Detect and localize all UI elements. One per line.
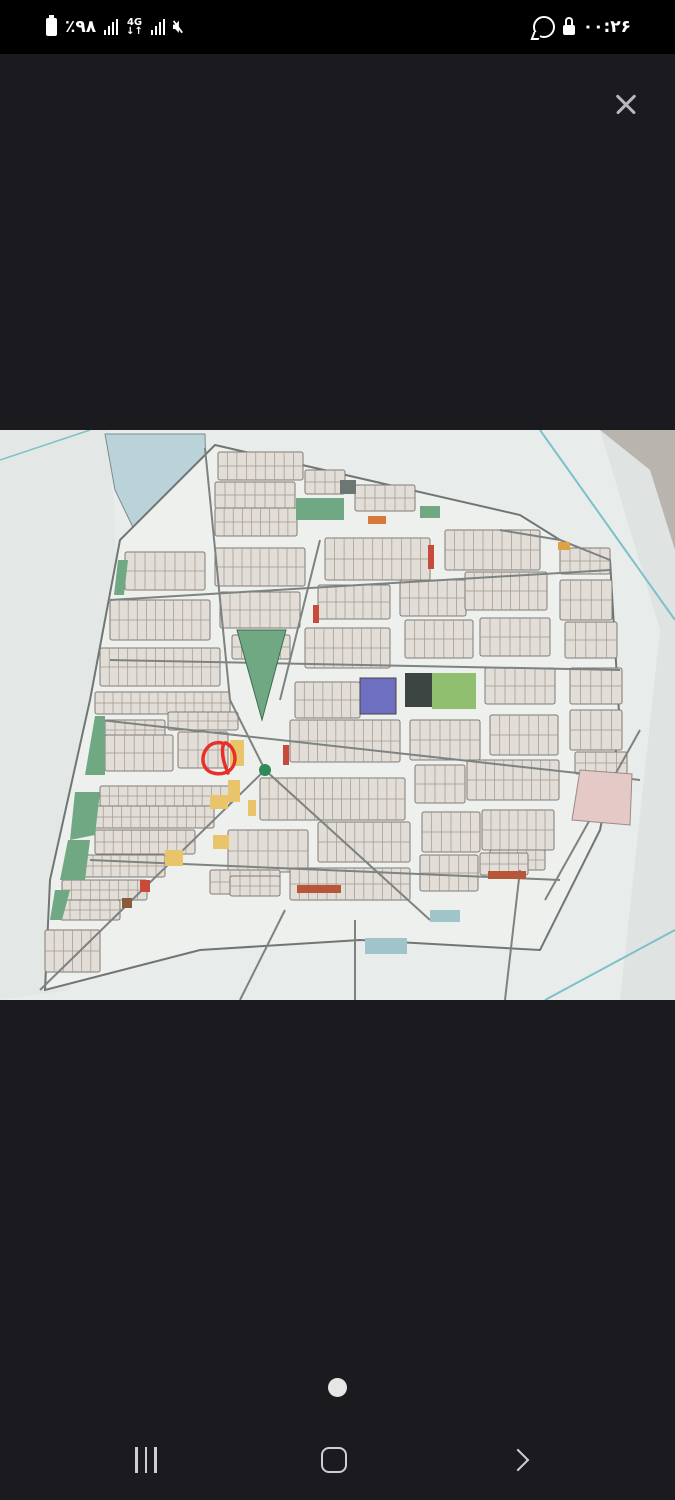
- network-type-label: 4G: [126, 17, 143, 28]
- battery-icon: [46, 15, 57, 36]
- close-icon[interactable]: [608, 86, 644, 122]
- status-bar: ٪۹۸ 4G ↓↑ 🔇︎ ۰۰:۲۶: [0, 0, 675, 54]
- page-indicator-dot: [328, 1378, 347, 1397]
- battery-percentage: ٪۹۸: [65, 17, 97, 37]
- status-right-group: ۰۰:۲۶: [532, 16, 631, 38]
- mute-icon: 🔇︎: [172, 17, 184, 37]
- site-plan-map: [0, 430, 675, 1000]
- signal-icon: [104, 19, 119, 35]
- site-plan-image: [0, 430, 675, 1000]
- chevron-right-icon: [506, 1448, 530, 1472]
- status-left-group: ٪۹۸ 4G ↓↑ 🔇︎: [46, 15, 184, 37]
- recents-icon: [135, 1447, 157, 1473]
- back-button[interactable]: [492, 1440, 552, 1480]
- signal-icon: [150, 19, 165, 35]
- whatsapp-icon: [532, 16, 555, 38]
- recents-button[interactable]: [116, 1440, 176, 1480]
- home-icon: [321, 1447, 347, 1473]
- home-button[interactable]: [304, 1440, 364, 1480]
- clock: ۰۰:۲۶: [582, 17, 631, 37]
- 4g-icon: 4G ↓↑: [126, 17, 143, 37]
- navigation-bar: [0, 1420, 675, 1500]
- lock-icon: [562, 17, 575, 35]
